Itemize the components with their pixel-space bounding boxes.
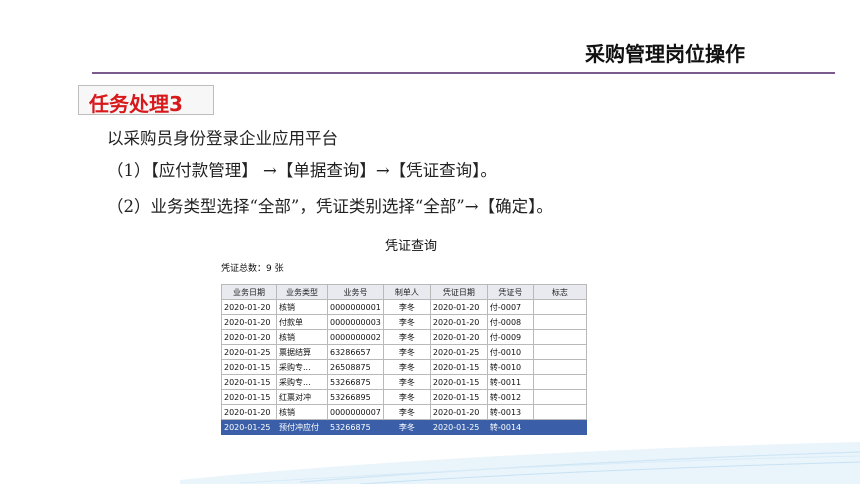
- cell-business-date: 2020-01-20: [221, 299, 277, 315]
- cell-business-type: 核销: [276, 299, 328, 315]
- cell-business-type: 付款单: [276, 314, 328, 330]
- cell-business-date: 2020-01-20: [221, 329, 277, 345]
- column-header-voucher-date[interactable]: 凭证日期: [429, 284, 488, 300]
- voucher-total: 凭证总数：9 张: [221, 264, 284, 274]
- cell-business-no: 53266895: [327, 389, 384, 405]
- voucher-table: 业务日期 业务类型 业务号 制单人 凭证日期 凭证号 标志 2020-01-20…: [221, 284, 587, 435]
- table-row[interactable]: 2020-01-25 票据结算 63286657 李冬 2020-01-25 付-0010: [221, 344, 587, 360]
- cell-business-no: 53266875: [327, 419, 384, 435]
- table-row[interactable]: 2020-01-20 付款单 0000000003 李冬 2020-01-20 付-000…: [221, 314, 587, 330]
- cell-business-no: 0000000002: [327, 329, 384, 345]
- table-row[interactable]: 2020-01-20 核销 0000000001 李冬 2020-01-20 付-0007: [221, 299, 587, 315]
- cell-flag: [532, 299, 587, 315]
- dialog-title: 凭证查询: [385, 239, 438, 254]
- cell-voucher-date: 2020-01-15: [429, 359, 488, 375]
- cell-voucher-date: 2020-01-15: [429, 374, 488, 390]
- cell-business-date: 2020-01-15: [221, 374, 277, 390]
- table-row[interactable]: 2020-01-25 预付冲应付 53266875 李冬 2020-01-25 转-001…: [221, 419, 587, 435]
- cell-flag: [532, 344, 587, 360]
- cell-voucher-no: 付-0010: [486, 344, 534, 360]
- cell-voucher-no: 转-0014: [486, 419, 534, 435]
- column-header-business-type[interactable]: 业务类型: [276, 284, 328, 300]
- cell-maker: 李冬: [382, 389, 431, 405]
- cell-voucher-no: 付-0007: [486, 299, 534, 315]
- cell-business-type: 核销: [276, 404, 328, 420]
- header-divider: [92, 72, 835, 74]
- cell-flag: [532, 314, 587, 330]
- column-header-voucher-no[interactable]: 凭证号: [486, 284, 534, 300]
- cell-maker: 李冬: [382, 374, 431, 390]
- table-row[interactable]: 2020-01-15 红票对冲 53266895 李冬 2020-01-15 转-0012: [221, 389, 587, 405]
- cell-voucher-date: 2020-01-20: [429, 314, 488, 330]
- cell-voucher-no: 转-0013: [486, 404, 534, 420]
- cell-business-type: 采购专...: [276, 374, 328, 390]
- cell-business-no: 26508875: [327, 359, 384, 375]
- cell-business-type: 票据结算: [276, 344, 328, 360]
- column-header-flag[interactable]: 标志: [532, 284, 587, 300]
- cell-maker: 李冬: [382, 299, 431, 315]
- cell-voucher-date: 2020-01-25: [429, 419, 488, 435]
- table-row[interactable]: 2020-01-15 采购专... 53266875 李冬 2020-01-15 转-00…: [221, 374, 587, 390]
- cell-maker: 李冬: [382, 404, 431, 420]
- instruction-line-2: （1）【应付款管理】 →【单据查询】→【凭证查询】。: [107, 161, 497, 180]
- cell-maker: 李冬: [382, 314, 431, 330]
- cell-business-type: 红票对冲: [276, 389, 328, 405]
- page-title: 采购管理岗位操作: [585, 42, 745, 66]
- cell-maker: 李冬: [382, 359, 431, 375]
- cell-business-type: 核销: [276, 329, 328, 345]
- cell-flag: [532, 389, 587, 405]
- column-header-maker[interactable]: 制单人: [382, 284, 431, 300]
- cell-voucher-date: 2020-01-20: [429, 329, 488, 345]
- column-header-business-date[interactable]: 业务日期: [221, 284, 277, 300]
- decorative-wave: [180, 442, 860, 484]
- cell-business-date: 2020-01-15: [221, 359, 277, 375]
- cell-voucher-date: 2020-01-20: [429, 404, 488, 420]
- column-header-business-no[interactable]: 业务号: [327, 284, 384, 300]
- cell-business-no: 0000000003: [327, 314, 384, 330]
- cell-business-no: 63286657: [327, 344, 384, 360]
- cell-business-date: 2020-01-25: [221, 419, 277, 435]
- task-label-box: 任务处理3: [78, 85, 214, 116]
- cell-business-date: 2020-01-15: [221, 389, 277, 405]
- cell-business-no: 0000000001: [327, 299, 384, 315]
- cell-flag: [532, 419, 587, 435]
- cell-business-date: 2020-01-20: [221, 404, 277, 420]
- cell-maker: 李冬: [382, 329, 431, 345]
- cell-voucher-date: 2020-01-15: [429, 389, 488, 405]
- cell-flag: [532, 359, 587, 375]
- cell-flag: [532, 374, 587, 390]
- table-row[interactable]: 2020-01-15 采购专... 26508875 李冬 2020-01-15 转-00…: [221, 359, 587, 375]
- cell-business-no: 0000000007: [327, 404, 384, 420]
- cell-business-no: 53266875: [327, 374, 384, 390]
- cell-voucher-no: 付-0008: [486, 314, 534, 330]
- cell-business-date: 2020-01-25: [221, 344, 277, 360]
- cell-voucher-no: 转-0010: [486, 359, 534, 375]
- cell-business-date: 2020-01-20: [221, 314, 277, 330]
- cell-voucher-no: 转-0011: [486, 374, 534, 390]
- table-row[interactable]: 2020-01-20 核销 0000000002 李冬 2020-01-20 付-0009: [221, 329, 587, 345]
- cell-voucher-no: 转-0012: [486, 389, 534, 405]
- cell-maker: 李冬: [382, 419, 431, 435]
- table-header-row: 业务日期 业务类型 业务号 制单人 凭证日期 凭证号 标志: [221, 284, 587, 300]
- task-label: 任务处理3: [89, 92, 183, 116]
- cell-voucher-date: 2020-01-25: [429, 344, 488, 360]
- cell-flag: [532, 404, 587, 420]
- instruction-line-3: （2）业务类型选择“全部”，凭证类别选择“全部”→【确定】。: [107, 197, 553, 216]
- cell-voucher-date: 2020-01-20: [429, 299, 488, 315]
- cell-business-type: 采购专...: [276, 359, 328, 375]
- cell-business-type: 预付冲应付: [276, 419, 328, 435]
- cell-maker: 李冬: [382, 344, 431, 360]
- cell-flag: [532, 329, 587, 345]
- cell-voucher-no: 付-0009: [486, 329, 534, 345]
- instruction-line-1: 以采购员身份登录企业应用平台: [107, 129, 338, 148]
- table-row[interactable]: 2020-01-20 核销 0000000007 李冬 2020-01-20 转-0013: [221, 404, 587, 420]
